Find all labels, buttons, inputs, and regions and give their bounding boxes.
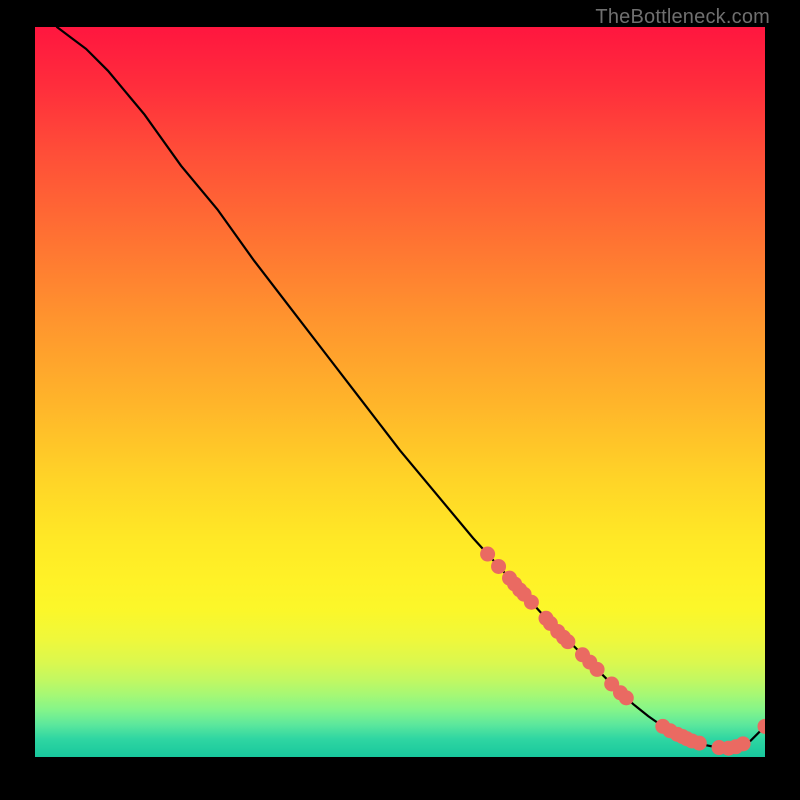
data-marker <box>560 634 575 649</box>
watermark-text: TheBottleneck.com <box>595 6 770 29</box>
data-marker <box>736 736 751 751</box>
data-marker <box>619 690 634 705</box>
bottleneck-curve <box>57 27 765 748</box>
plot-area <box>35 27 765 757</box>
data-marker <box>590 662 605 677</box>
data-marker <box>692 736 707 751</box>
data-marker <box>524 595 539 610</box>
data-marker <box>480 547 495 562</box>
data-markers <box>480 547 765 756</box>
data-marker <box>491 559 506 574</box>
chart-canvas: TheBottleneck.com <box>0 0 800 800</box>
plot-svg <box>35 27 765 757</box>
